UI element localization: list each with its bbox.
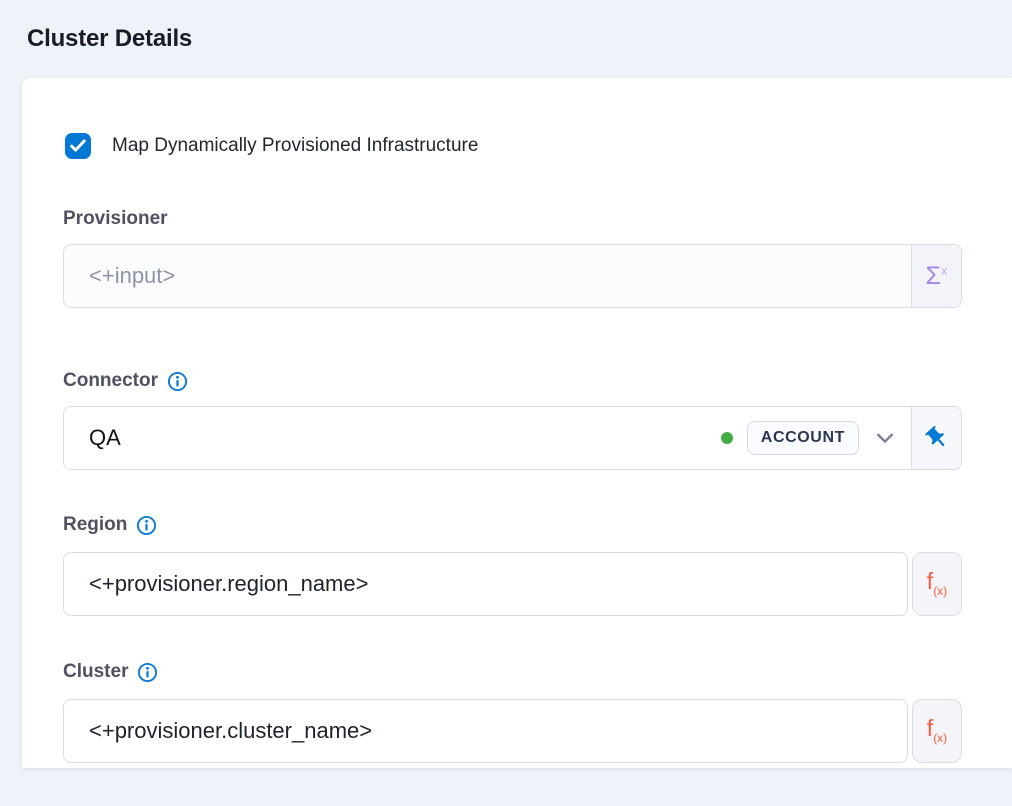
cluster-details-card: Map Dynamically Provisioned Infrastructu… <box>22 78 1012 768</box>
connector-value: QA <box>89 425 121 451</box>
check-icon <box>70 139 86 153</box>
map-dynamic-infra-checkbox-row[interactable]: Map Dynamically Provisioned Infrastructu… <box>65 133 478 159</box>
region-field: Region f(x) <box>63 513 1012 616</box>
region-input[interactable] <box>63 552 908 616</box>
cluster-expression-button[interactable]: f(x) <box>912 699 962 763</box>
cluster-label: Cluster <box>63 661 128 683</box>
connector-pin-button[interactable] <box>911 407 961 469</box>
page-title: Cluster Details <box>0 0 1012 52</box>
connector-info-icon[interactable] <box>167 371 188 392</box>
cluster-input-group: f(x) <box>63 699 1012 763</box>
fx-expression-icon: f(x) <box>927 717 947 745</box>
checkbox-label: Map Dynamically Provisioned Infrastructu… <box>112 135 478 157</box>
connector-select[interactable]: QA ACCOUNT <box>64 407 911 469</box>
cluster-field: Cluster f(x) <box>63 660 1012 763</box>
connector-label-row: Connector <box>63 369 1012 393</box>
runtime-input-sigma-button[interactable]: Σx <box>911 245 961 307</box>
connector-label: Connector <box>63 370 158 392</box>
cluster-input[interactable] <box>63 699 908 763</box>
sigma-runtime-input-icon: Σx <box>926 263 948 289</box>
cluster-label-row: Cluster <box>63 660 1012 684</box>
provisioner-input-group: Σx <box>63 244 962 308</box>
connector-scope-badge: ACCOUNT <box>747 421 859 455</box>
region-label-row: Region <box>63 513 1012 537</box>
region-info-icon[interactable] <box>136 515 157 536</box>
provisioner-label: Provisioner <box>63 208 168 230</box>
provisioner-field: Provisioner Σx <box>63 207 1012 308</box>
cluster-info-icon[interactable] <box>137 662 158 683</box>
connector-field: Connector QA ACCOUNT <box>63 369 1012 470</box>
connector-status-dot-icon <box>721 432 733 444</box>
region-input-group: f(x) <box>63 552 1012 616</box>
connector-select-group: QA ACCOUNT <box>63 406 962 470</box>
checkbox-checked-icon[interactable] <box>65 133 91 159</box>
chevron-down-icon <box>876 433 894 444</box>
region-expression-button[interactable]: f(x) <box>912 552 962 616</box>
fx-expression-icon: f(x) <box>927 570 947 598</box>
provisioner-label-row: Provisioner <box>63 207 1012 231</box>
pushpin-icon <box>924 425 950 451</box>
region-label: Region <box>63 514 127 536</box>
provisioner-input[interactable] <box>64 245 911 307</box>
